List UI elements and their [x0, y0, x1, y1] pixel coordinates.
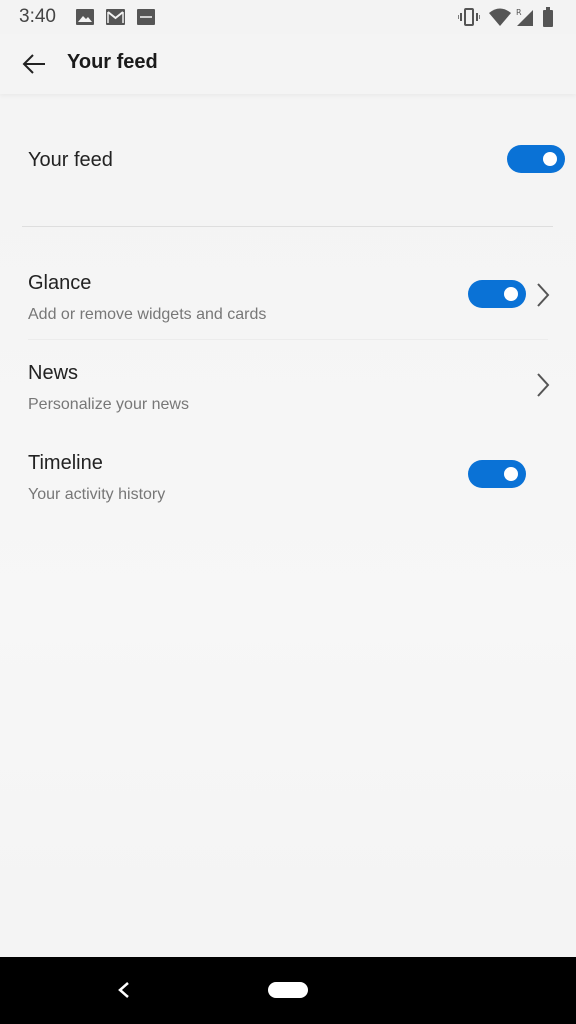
row-separator [28, 339, 548, 340]
wifi-icon [489, 8, 511, 26]
signal-icon: R [516, 8, 533, 26]
master-toggle[interactable] [507, 145, 565, 173]
nav-back-icon[interactable] [112, 977, 136, 1003]
status-time: 3:40 [19, 6, 56, 27]
setting-row-glance[interactable]: Glance Add or remove widgets and cards [0, 272, 576, 360]
setting-title: News [28, 362, 79, 384]
battery-icon [543, 7, 553, 27]
back-button[interactable] [14, 46, 54, 82]
setting-subtitle: Personalize your news [28, 396, 189, 413]
setting-row-news[interactable]: News Personalize your news [0, 362, 576, 450]
arrow-left-icon [22, 54, 45, 74]
screen: 3:40 R Your feed Your feed Glance Add or… [0, 0, 576, 1024]
navigation-bar [0, 957, 576, 1024]
vibrate-icon [458, 8, 480, 26]
setting-row-timeline[interactable]: Timeline Your activity history [0, 452, 576, 540]
toggle-knob [504, 287, 518, 301]
master-toggle-row[interactable]: Your feed [0, 120, 576, 200]
gmail-icon [106, 9, 125, 25]
setting-title: Timeline [28, 452, 103, 474]
setting-subtitle: Add or remove widgets and cards [28, 306, 267, 323]
app-bar: Your feed [0, 34, 576, 94]
master-toggle-label: Your feed [28, 149, 113, 171]
chevron-right-icon[interactable] [535, 372, 551, 398]
divider [22, 226, 553, 227]
sonos-icon [137, 9, 155, 25]
nav-home-button[interactable] [268, 982, 308, 998]
chevron-right-icon[interactable] [535, 282, 551, 308]
status-bar: 3:40 R [0, 0, 576, 34]
page-title: Your feed [67, 51, 158, 73]
setting-title: Glance [28, 272, 92, 294]
svg-text:R: R [516, 8, 522, 17]
glance-toggle[interactable] [468, 280, 526, 308]
image-icon [76, 9, 94, 25]
toggle-knob [543, 152, 557, 166]
setting-subtitle: Your activity history [28, 486, 166, 503]
toggle-knob [504, 467, 518, 481]
timeline-toggle[interactable] [468, 460, 526, 488]
